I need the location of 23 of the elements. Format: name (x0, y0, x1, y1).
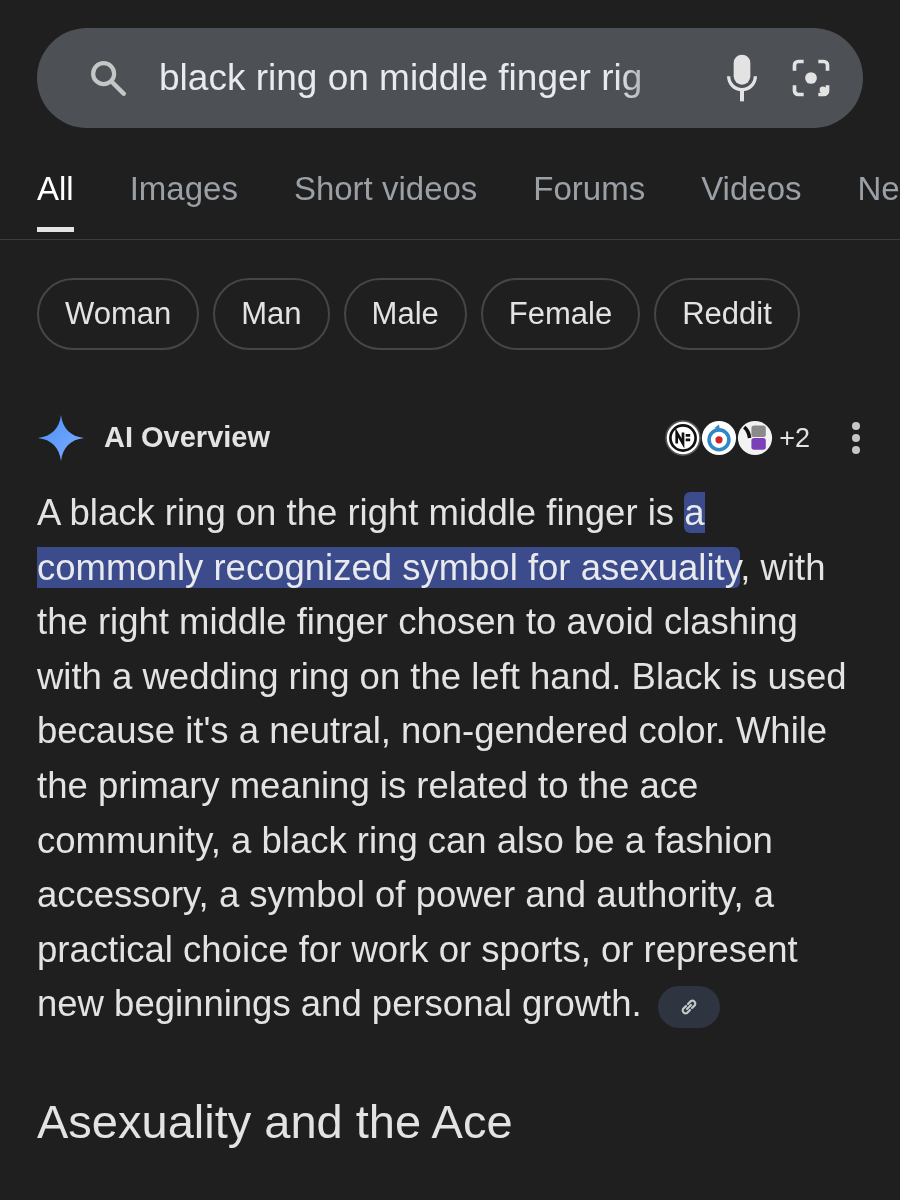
search-field[interactable]: black ring on middle finger rig (159, 50, 695, 106)
filter-chip[interactable]: Reddit (654, 278, 800, 350)
filter-chip[interactable]: Male (343, 278, 467, 350)
source-icon[interactable] (701, 420, 738, 456)
tab[interactable]: Videos (701, 164, 802, 232)
link-button[interactable] (657, 985, 720, 1028)
search-bar[interactable]: black ring on middle finger rig (37, 28, 863, 128)
microphone-icon[interactable] (725, 53, 759, 103)
tab[interactable]: Ne (857, 164, 900, 232)
filter-chip[interactable]: Female (480, 278, 641, 350)
section-heading: Asexuality and the Ace (36, 1093, 514, 1150)
filter-chip[interactable]: Woman (37, 278, 200, 350)
tab[interactable]: Forums (533, 164, 646, 232)
tab[interactable]: Images (129, 164, 238, 232)
section-title: AI Overview (104, 420, 272, 456)
filter-chip[interactable]: Man (213, 278, 330, 350)
sparkle-icon (38, 415, 84, 461)
more-options-icon[interactable] (850, 421, 862, 455)
source-icon[interactable] (665, 420, 702, 456)
tab[interactable]: Short videos (293, 164, 478, 232)
tab[interactable]: All (37, 164, 74, 232)
source-count[interactable]: +2 (779, 417, 810, 459)
source-icon[interactable] (737, 420, 774, 456)
